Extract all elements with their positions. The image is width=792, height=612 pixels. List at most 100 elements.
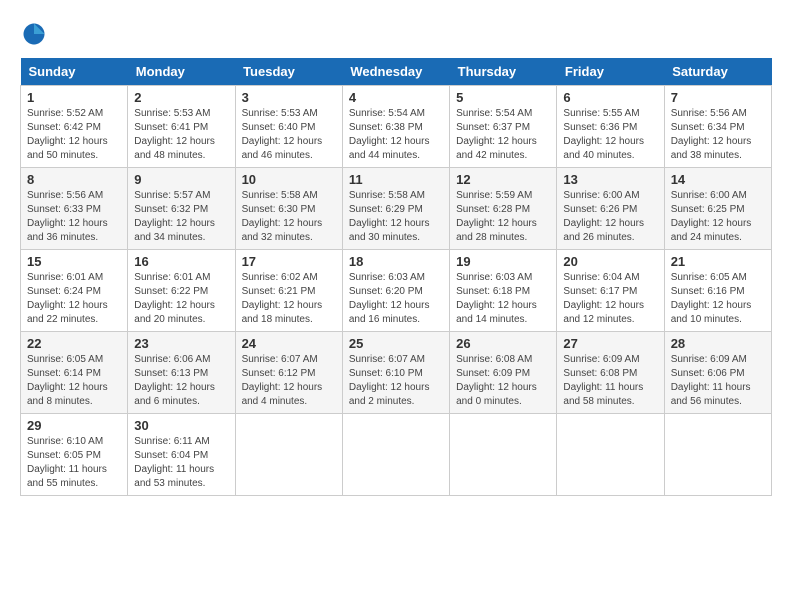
day-number: 8: [27, 172, 121, 187]
table-row: 21 Sunrise: 6:05 AMSunset: 6:16 PMDaylig…: [664, 250, 771, 332]
table-row: [235, 414, 342, 496]
table-row: 8 Sunrise: 5:56 AMSunset: 6:33 PMDayligh…: [21, 168, 128, 250]
day-info: Sunrise: 5:56 AMSunset: 6:34 PMDaylight:…: [671, 107, 765, 163]
day-number: 6: [563, 90, 657, 105]
day-header-wednesday: Wednesday: [342, 58, 449, 86]
day-info: Sunrise: 6:11 AMSunset: 6:04 PMDaylight:…: [134, 435, 228, 491]
day-header-thursday: Thursday: [450, 58, 557, 86]
logo: [20, 20, 52, 48]
day-number: 10: [242, 172, 336, 187]
table-row: 20 Sunrise: 6:04 AMSunset: 6:17 PMDaylig…: [557, 250, 664, 332]
table-row: 11 Sunrise: 5:58 AMSunset: 6:29 PMDaylig…: [342, 168, 449, 250]
day-header-friday: Friday: [557, 58, 664, 86]
day-info: Sunrise: 6:02 AMSunset: 6:21 PMDaylight:…: [242, 271, 336, 327]
day-number: 1: [27, 90, 121, 105]
table-row: 15 Sunrise: 6:01 AMSunset: 6:24 PMDaylig…: [21, 250, 128, 332]
table-row: 5 Sunrise: 5:54 AMSunset: 6:37 PMDayligh…: [450, 86, 557, 168]
day-info: Sunrise: 6:05 AMSunset: 6:16 PMDaylight:…: [671, 271, 765, 327]
day-number: 16: [134, 254, 228, 269]
table-row: 7 Sunrise: 5:56 AMSunset: 6:34 PMDayligh…: [664, 86, 771, 168]
day-number: 26: [456, 336, 550, 351]
day-number: 4: [349, 90, 443, 105]
table-row: 22 Sunrise: 6:05 AMSunset: 6:14 PMDaylig…: [21, 332, 128, 414]
day-number: 30: [134, 418, 228, 433]
table-row: 30 Sunrise: 6:11 AMSunset: 6:04 PMDaylig…: [128, 414, 235, 496]
day-info: Sunrise: 5:54 AMSunset: 6:38 PMDaylight:…: [349, 107, 443, 163]
day-number: 7: [671, 90, 765, 105]
day-info: Sunrise: 6:01 AMSunset: 6:24 PMDaylight:…: [27, 271, 121, 327]
day-number: 28: [671, 336, 765, 351]
table-row: 3 Sunrise: 5:53 AMSunset: 6:40 PMDayligh…: [235, 86, 342, 168]
day-info: Sunrise: 6:03 AMSunset: 6:18 PMDaylight:…: [456, 271, 550, 327]
table-row: 23 Sunrise: 6:06 AMSunset: 6:13 PMDaylig…: [128, 332, 235, 414]
day-info: Sunrise: 5:54 AMSunset: 6:37 PMDaylight:…: [456, 107, 550, 163]
table-row: 9 Sunrise: 5:57 AMSunset: 6:32 PMDayligh…: [128, 168, 235, 250]
day-info: Sunrise: 6:09 AMSunset: 6:06 PMDaylight:…: [671, 353, 765, 409]
day-info: Sunrise: 5:59 AMSunset: 6:28 PMDaylight:…: [456, 189, 550, 245]
table-row: 4 Sunrise: 5:54 AMSunset: 6:38 PMDayligh…: [342, 86, 449, 168]
day-number: 14: [671, 172, 765, 187]
day-info: Sunrise: 6:06 AMSunset: 6:13 PMDaylight:…: [134, 353, 228, 409]
table-row: 18 Sunrise: 6:03 AMSunset: 6:20 PMDaylig…: [342, 250, 449, 332]
day-number: 2: [134, 90, 228, 105]
day-info: Sunrise: 6:01 AMSunset: 6:22 PMDaylight:…: [134, 271, 228, 327]
table-row: 19 Sunrise: 6:03 AMSunset: 6:18 PMDaylig…: [450, 250, 557, 332]
table-row: 12 Sunrise: 5:59 AMSunset: 6:28 PMDaylig…: [450, 168, 557, 250]
table-row: 16 Sunrise: 6:01 AMSunset: 6:22 PMDaylig…: [128, 250, 235, 332]
table-row: 6 Sunrise: 5:55 AMSunset: 6:36 PMDayligh…: [557, 86, 664, 168]
table-row: 1 Sunrise: 5:52 AMSunset: 6:42 PMDayligh…: [21, 86, 128, 168]
day-info: Sunrise: 6:03 AMSunset: 6:20 PMDaylight:…: [349, 271, 443, 327]
day-number: 12: [456, 172, 550, 187]
table-row: 29 Sunrise: 6:10 AMSunset: 6:05 PMDaylig…: [21, 414, 128, 496]
day-number: 24: [242, 336, 336, 351]
day-header-sunday: Sunday: [21, 58, 128, 86]
day-number: 11: [349, 172, 443, 187]
day-info: Sunrise: 6:00 AMSunset: 6:26 PMDaylight:…: [563, 189, 657, 245]
table-row: 13 Sunrise: 6:00 AMSunset: 6:26 PMDaylig…: [557, 168, 664, 250]
day-header-tuesday: Tuesday: [235, 58, 342, 86]
day-info: Sunrise: 6:05 AMSunset: 6:14 PMDaylight:…: [27, 353, 121, 409]
table-row: 14 Sunrise: 6:00 AMSunset: 6:25 PMDaylig…: [664, 168, 771, 250]
day-info: Sunrise: 6:07 AMSunset: 6:10 PMDaylight:…: [349, 353, 443, 409]
day-number: 3: [242, 90, 336, 105]
day-number: 18: [349, 254, 443, 269]
day-info: Sunrise: 6:08 AMSunset: 6:09 PMDaylight:…: [456, 353, 550, 409]
day-number: 5: [456, 90, 550, 105]
table-row: 2 Sunrise: 5:53 AMSunset: 6:41 PMDayligh…: [128, 86, 235, 168]
day-number: 9: [134, 172, 228, 187]
table-row: 24 Sunrise: 6:07 AMSunset: 6:12 PMDaylig…: [235, 332, 342, 414]
table-row: [557, 414, 664, 496]
day-info: Sunrise: 6:04 AMSunset: 6:17 PMDaylight:…: [563, 271, 657, 327]
day-number: 19: [456, 254, 550, 269]
table-row: [664, 414, 771, 496]
day-info: Sunrise: 6:00 AMSunset: 6:25 PMDaylight:…: [671, 189, 765, 245]
table-row: [450, 414, 557, 496]
day-number: 21: [671, 254, 765, 269]
day-number: 29: [27, 418, 121, 433]
table-row: 26 Sunrise: 6:08 AMSunset: 6:09 PMDaylig…: [450, 332, 557, 414]
day-number: 15: [27, 254, 121, 269]
day-number: 20: [563, 254, 657, 269]
day-number: 13: [563, 172, 657, 187]
table-row: 17 Sunrise: 6:02 AMSunset: 6:21 PMDaylig…: [235, 250, 342, 332]
day-header-monday: Monday: [128, 58, 235, 86]
day-info: Sunrise: 6:09 AMSunset: 6:08 PMDaylight:…: [563, 353, 657, 409]
table-row: [342, 414, 449, 496]
table-row: 25 Sunrise: 6:07 AMSunset: 6:10 PMDaylig…: [342, 332, 449, 414]
day-number: 27: [563, 336, 657, 351]
day-info: Sunrise: 5:53 AMSunset: 6:41 PMDaylight:…: [134, 107, 228, 163]
day-header-saturday: Saturday: [664, 58, 771, 86]
day-number: 17: [242, 254, 336, 269]
day-info: Sunrise: 5:53 AMSunset: 6:40 PMDaylight:…: [242, 107, 336, 163]
logo-icon: [20, 20, 48, 48]
table-row: 27 Sunrise: 6:09 AMSunset: 6:08 PMDaylig…: [557, 332, 664, 414]
day-info: Sunrise: 5:57 AMSunset: 6:32 PMDaylight:…: [134, 189, 228, 245]
day-info: Sunrise: 5:56 AMSunset: 6:33 PMDaylight:…: [27, 189, 121, 245]
day-info: Sunrise: 5:55 AMSunset: 6:36 PMDaylight:…: [563, 107, 657, 163]
table-row: 10 Sunrise: 5:58 AMSunset: 6:30 PMDaylig…: [235, 168, 342, 250]
day-info: Sunrise: 5:58 AMSunset: 6:30 PMDaylight:…: [242, 189, 336, 245]
day-number: 22: [27, 336, 121, 351]
day-info: Sunrise: 6:07 AMSunset: 6:12 PMDaylight:…: [242, 353, 336, 409]
table-row: 28 Sunrise: 6:09 AMSunset: 6:06 PMDaylig…: [664, 332, 771, 414]
day-info: Sunrise: 5:52 AMSunset: 6:42 PMDaylight:…: [27, 107, 121, 163]
